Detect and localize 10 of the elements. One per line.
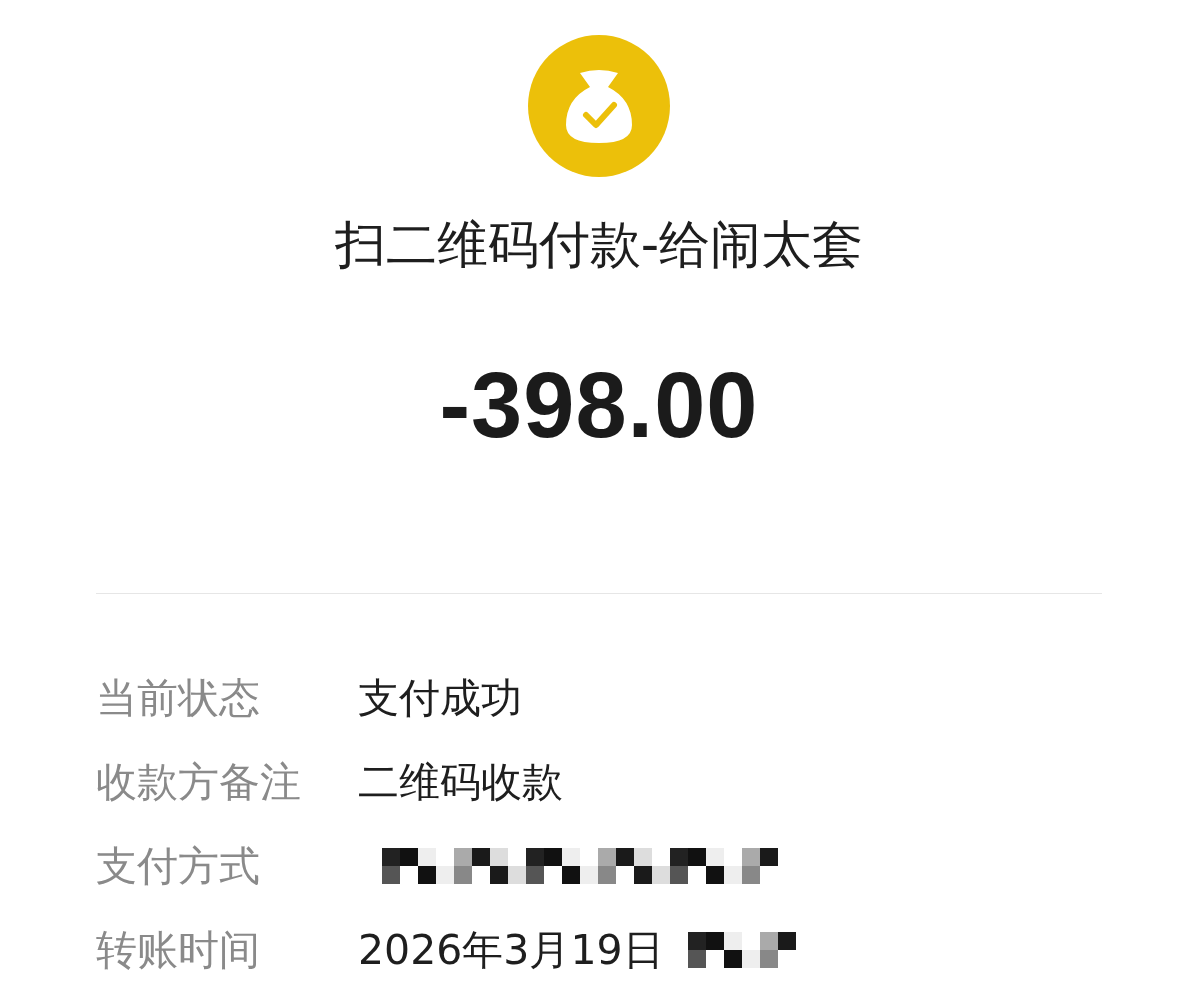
detail-label: 支付方式 bbox=[96, 840, 261, 892]
detail-label: 转账时间 bbox=[96, 924, 261, 976]
detail-label: 收款方备注 bbox=[96, 756, 302, 808]
money-bag-icon bbox=[528, 35, 670, 177]
detail-value: 二维码收款 bbox=[358, 756, 563, 808]
detail-label: 当前状态 bbox=[96, 672, 261, 724]
detail-value: 支付成功 bbox=[358, 672, 522, 724]
detail-value: 2026年3月19日 bbox=[358, 924, 664, 976]
payment-amount: -398.00 bbox=[439, 357, 759, 453]
payment-title: 扫二维码付款-给闹太套 bbox=[334, 217, 864, 273]
